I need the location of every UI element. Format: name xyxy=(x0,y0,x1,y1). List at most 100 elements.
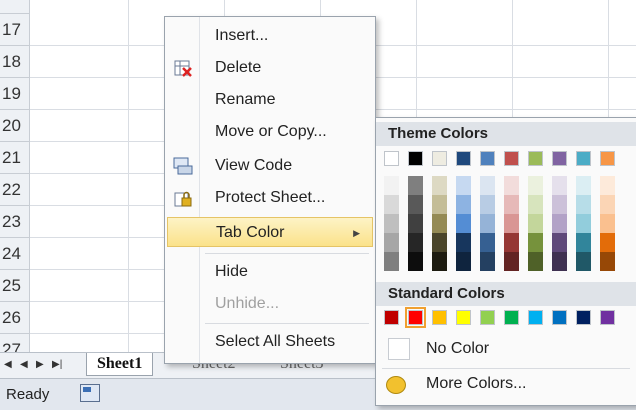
theme-shade-swatch[interactable] xyxy=(576,214,591,233)
theme-shade-swatch[interactable] xyxy=(384,195,399,214)
theme-color-swatch[interactable] xyxy=(552,151,567,166)
menu-item-insert[interactable]: Insert... xyxy=(167,21,373,51)
theme-shade-swatch[interactable] xyxy=(552,214,567,233)
theme-shade-swatch[interactable] xyxy=(552,252,567,271)
more-colors-option[interactable]: More Colors... xyxy=(426,375,526,393)
theme-color-swatch[interactable] xyxy=(576,151,591,166)
row-header[interactable]: 23 xyxy=(0,206,30,238)
theme-color-swatch[interactable] xyxy=(528,151,543,166)
theme-shade-swatch[interactable] xyxy=(432,233,447,252)
theme-shade-swatch[interactable] xyxy=(600,195,615,214)
standard-color-swatch[interactable] xyxy=(600,310,615,325)
theme-shade-swatch[interactable] xyxy=(432,195,447,214)
theme-shade-swatch[interactable] xyxy=(504,214,519,233)
prev-sheet-nav-icon[interactable]: ◀ xyxy=(20,359,28,370)
menu-item-protect-sheet[interactable]: Protect Sheet... xyxy=(167,183,373,213)
theme-color-swatch[interactable] xyxy=(600,151,615,166)
theme-shade-swatch[interactable] xyxy=(528,252,543,271)
theme-shade-swatch[interactable] xyxy=(504,176,519,195)
menu-item-label: Unhide... xyxy=(215,295,280,312)
theme-shade-swatch[interactable] xyxy=(576,176,591,195)
menu-item-move-or-copy[interactable]: Move or Copy... xyxy=(167,117,373,147)
theme-shade-swatch[interactable] xyxy=(384,233,399,252)
menu-item-delete[interactable]: Delete xyxy=(167,53,373,83)
theme-shade-swatch[interactable] xyxy=(480,252,495,271)
theme-shade-swatch[interactable] xyxy=(456,176,471,195)
theme-shade-swatch[interactable] xyxy=(528,233,543,252)
menu-item-hide[interactable]: Hide xyxy=(167,257,373,287)
theme-shade-swatch[interactable] xyxy=(576,195,591,214)
theme-shade-swatch[interactable] xyxy=(480,176,495,195)
standard-color-swatch[interactable] xyxy=(504,310,519,325)
theme-color-swatch[interactable] xyxy=(432,151,447,166)
theme-shade-swatch[interactable] xyxy=(384,214,399,233)
theme-shade-swatch[interactable] xyxy=(576,252,591,271)
first-sheet-nav-icon[interactable]: ◀ xyxy=(4,359,12,370)
menu-item-select-all-sheets[interactable]: Select All Sheets xyxy=(167,327,373,357)
theme-color-swatch[interactable] xyxy=(504,151,519,166)
standard-color-swatch[interactable] xyxy=(480,310,495,325)
theme-shade-swatch[interactable] xyxy=(552,195,567,214)
theme-shade-swatch[interactable] xyxy=(408,195,423,214)
standard-color-swatch[interactable] xyxy=(528,310,543,325)
theme-shade-swatch[interactable] xyxy=(600,252,615,271)
row-header[interactable]: 20 xyxy=(0,110,30,142)
theme-shade-swatch[interactable] xyxy=(504,252,519,271)
row-header[interactable]: 25 xyxy=(0,270,30,302)
theme-shade-swatch[interactable] xyxy=(456,233,471,252)
standard-color-swatch[interactable] xyxy=(456,310,471,325)
theme-shade-swatch[interactable] xyxy=(552,176,567,195)
theme-shade-swatch[interactable] xyxy=(552,233,567,252)
theme-shade-swatch[interactable] xyxy=(504,233,519,252)
no-color-option[interactable]: No Color xyxy=(426,340,489,358)
row-header[interactable]: 24 xyxy=(0,238,30,270)
theme-shade-swatch[interactable] xyxy=(408,233,423,252)
theme-shade-swatch[interactable] xyxy=(408,214,423,233)
theme-shade-swatch[interactable] xyxy=(480,233,495,252)
row-header[interactable]: 22 xyxy=(0,174,30,206)
theme-shade-swatch[interactable] xyxy=(384,176,399,195)
theme-shade-swatch[interactable] xyxy=(504,195,519,214)
standard-color-swatch[interactable] xyxy=(384,310,399,325)
theme-color-swatch[interactable] xyxy=(408,151,423,166)
theme-shade-swatch[interactable] xyxy=(408,252,423,271)
row-header[interactable]: 18 xyxy=(0,46,30,78)
last-sheet-nav-icon[interactable]: ▶| xyxy=(52,359,62,370)
standard-color-swatch[interactable] xyxy=(405,307,426,328)
next-sheet-nav-icon[interactable]: ▶ xyxy=(36,359,44,370)
theme-shade-swatch[interactable] xyxy=(528,195,543,214)
menu-item-view-code[interactable]: View Code xyxy=(167,151,373,181)
macro-record-icon[interactable] xyxy=(80,384,100,402)
theme-shade-swatch[interactable] xyxy=(600,233,615,252)
theme-shade-swatch[interactable] xyxy=(456,195,471,214)
row-header[interactable]: 26 xyxy=(0,302,30,334)
theme-shade-swatch[interactable] xyxy=(456,252,471,271)
theme-shade-swatch[interactable] xyxy=(456,214,471,233)
theme-shade-column xyxy=(456,176,471,271)
standard-color-swatch[interactable] xyxy=(552,310,567,325)
theme-shade-swatch[interactable] xyxy=(480,214,495,233)
row-header[interactable] xyxy=(0,0,30,14)
theme-shade-swatch[interactable] xyxy=(600,214,615,233)
row-header[interactable]: 19 xyxy=(0,78,30,110)
theme-shade-swatch[interactable] xyxy=(480,195,495,214)
row-header[interactable]: 21 xyxy=(0,142,30,174)
row-header[interactable]: 17 xyxy=(0,14,30,46)
menu-item-tab-color[interactable]: Tab Color ▶ xyxy=(167,217,373,247)
theme-color-swatch[interactable] xyxy=(384,151,399,166)
standard-color-swatch[interactable] xyxy=(432,310,447,325)
menu-item-rename[interactable]: Rename xyxy=(167,85,373,115)
theme-shade-swatch[interactable] xyxy=(576,233,591,252)
theme-shade-swatch[interactable] xyxy=(432,214,447,233)
theme-color-swatch[interactable] xyxy=(480,151,495,166)
theme-shade-swatch[interactable] xyxy=(600,176,615,195)
theme-shade-swatch[interactable] xyxy=(384,252,399,271)
theme-shade-swatch[interactable] xyxy=(432,252,447,271)
theme-shade-swatch[interactable] xyxy=(432,176,447,195)
sheet-tab-1[interactable]: Sheet1 xyxy=(86,353,154,376)
theme-shade-swatch[interactable] xyxy=(408,176,423,195)
theme-shade-swatch[interactable] xyxy=(528,214,543,233)
theme-shade-swatch[interactable] xyxy=(528,176,543,195)
theme-color-swatch[interactable] xyxy=(456,151,471,166)
standard-color-swatch[interactable] xyxy=(576,310,591,325)
